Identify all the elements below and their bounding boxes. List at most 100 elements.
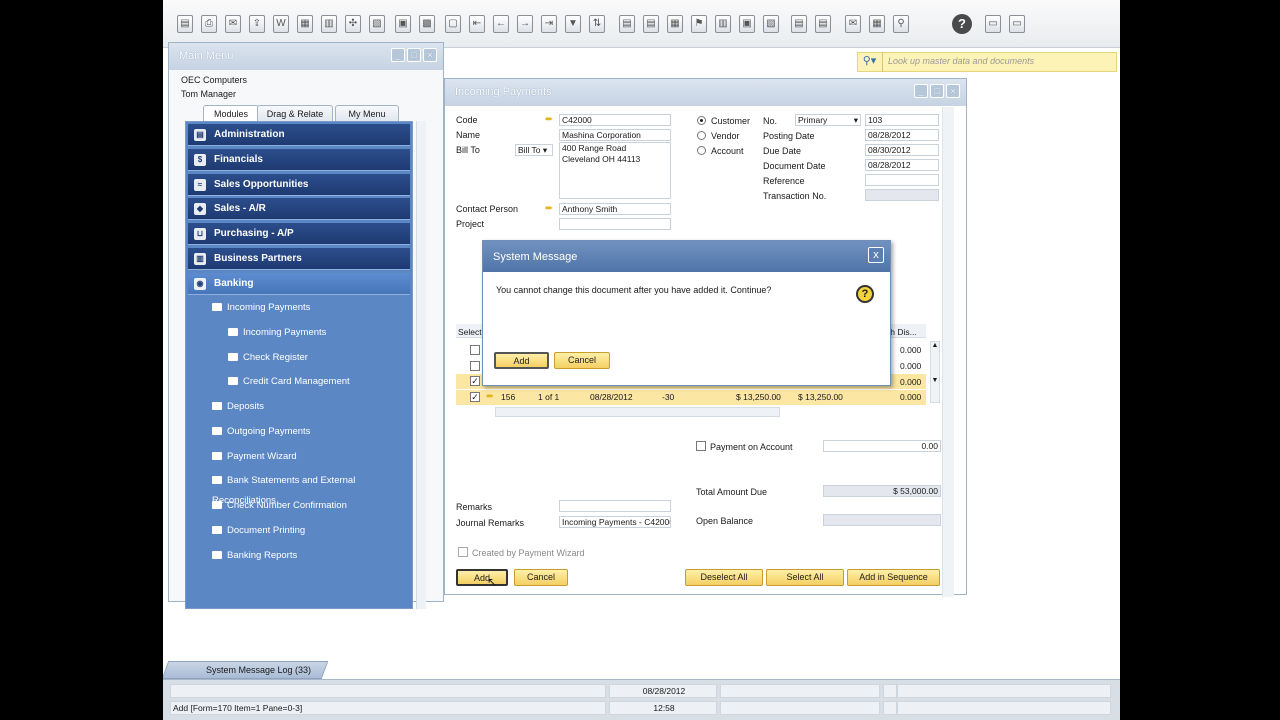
base-doc-icon[interactable]: ▤: [619, 15, 635, 33]
settings-icon[interactable]: ▧: [369, 15, 385, 33]
menu-scrollbar[interactable]: [416, 121, 426, 609]
new-doc-icon[interactable]: ▢: [445, 15, 461, 33]
lock-icon[interactable]: ▣: [395, 15, 411, 33]
module-sales-ar[interactable]: ◆ Sales - A/R: [188, 198, 410, 220]
menu-item-incoming-payments[interactable]: Incoming Payments: [228, 323, 326, 343]
attach-icon[interactable]: ▩: [419, 15, 435, 33]
first-record-icon[interactable]: ⇤: [469, 15, 485, 33]
gross-profit-icon[interactable]: ⚑: [691, 15, 707, 33]
tab-modules[interactable]: Modules: [203, 105, 259, 122]
row-select-checkbox[interactable]: ✓: [470, 392, 480, 402]
menu-item-check-register[interactable]: Check Register: [228, 348, 308, 368]
maximize-icon[interactable]: □: [930, 84, 944, 98]
minimize-icon[interactable]: _: [914, 84, 928, 98]
document-date-field[interactable]: 08/28/2012: [865, 159, 939, 171]
module-business-partners[interactable]: ▥ Business Partners: [188, 248, 410, 270]
posting-date-field[interactable]: 08/28/2012: [865, 129, 939, 141]
calendar-icon[interactable]: ▦: [869, 15, 885, 33]
select-column-header[interactable]: Select: [458, 327, 482, 337]
email-icon[interactable]: ✉: [225, 15, 241, 33]
row-select-checkbox[interactable]: ✓: [470, 376, 480, 386]
close-icon[interactable]: ×: [423, 48, 437, 62]
add-button[interactable]: Add: [456, 569, 508, 586]
name-field[interactable]: Mashina Corporation: [559, 129, 671, 141]
module-banking[interactable]: ◉ Banking: [188, 273, 410, 295]
menu-folder-payment-wizard[interactable]: Payment Wizard: [212, 447, 297, 467]
previous-record-icon[interactable]: ←: [493, 15, 509, 33]
vendor-radio[interactable]: [697, 131, 706, 140]
dialog-add-button[interactable]: Add: [494, 352, 549, 369]
series-select[interactable]: Primary ▾: [795, 114, 861, 126]
dialog-cancel-button[interactable]: Cancel: [554, 352, 610, 369]
bill-to-select[interactable]: Bill To ▾: [515, 144, 553, 156]
account-radio[interactable]: [697, 146, 706, 155]
menu-folder-banking-reports[interactable]: Banking Reports: [212, 546, 297, 566]
menu-item-credit-card-management[interactable]: Credit Card Management: [228, 372, 350, 392]
reference-field[interactable]: [865, 174, 939, 186]
module-financials[interactable]: $ Financials: [188, 149, 410, 171]
table-scrollbar[interactable]: ▲ ▼: [930, 341, 940, 403]
chart-icon[interactable]: ▥: [715, 15, 731, 33]
select-all-button[interactable]: Select All: [766, 569, 844, 586]
window-tile-icon[interactable]: ▭: [985, 15, 1001, 33]
sort-icon[interactable]: ⇅: [589, 15, 605, 33]
payment-on-account-checkbox[interactable]: [696, 441, 706, 451]
menu-folder-deposits[interactable]: Deposits: [212, 397, 264, 417]
last-record-icon[interactable]: ⇥: [541, 15, 557, 33]
menu-folder-document-printing[interactable]: Document Printing: [212, 521, 305, 541]
tab-my-menu[interactable]: My Menu: [335, 105, 399, 122]
link-arrow-icon[interactable]: ➨: [545, 115, 555, 125]
code-field[interactable]: C42000: [559, 114, 671, 126]
search-input[interactable]: Look up master data and documents: [857, 52, 1117, 72]
module-sales-opportunities[interactable]: ≈ Sales Opportunities: [188, 174, 410, 196]
target-doc-icon[interactable]: ▤: [643, 15, 659, 33]
link-arrow-icon[interactable]: ➨: [545, 204, 555, 214]
system-message-log-tab[interactable]: System Message Log (33): [163, 661, 329, 679]
journal-icon[interactable]: ▦: [667, 15, 683, 33]
tab-drag-relate[interactable]: Drag & Relate: [257, 105, 333, 122]
print-icon[interactable]: ⎙: [201, 15, 217, 33]
window-scrollbar[interactable]: [942, 107, 954, 597]
module-purchasing-ap[interactable]: ⊔ Purchasing - A/P: [188, 223, 410, 245]
menu-folder-incoming-payments[interactable]: Incoming Payments: [212, 298, 310, 318]
export-icon[interactable]: ⇪: [249, 15, 265, 33]
doc-number-field[interactable]: 103: [865, 114, 939, 126]
cancel-button[interactable]: Cancel: [514, 569, 568, 586]
table-row[interactable]: ✓ ➨ 156 1 of 1 08/28/2012 -30 $ 13,250.0…: [456, 390, 926, 405]
search-icon[interactable]: ⚲▾: [857, 52, 883, 72]
window-cascade-icon[interactable]: ▭: [1009, 15, 1025, 33]
form-settings-icon[interactable]: ▤: [815, 15, 831, 33]
menu-folder-outgoing-payments[interactable]: Outgoing Payments: [212, 422, 310, 442]
menu-folder-check-number-confirmation[interactable]: Check Number Confirmation: [212, 496, 347, 516]
module-administration[interactable]: ▤ Administration: [188, 124, 410, 146]
bill-to-address[interactable]: 400 Range Road Cleveland OH 44113: [559, 142, 671, 199]
customer-radio[interactable]: [697, 116, 706, 125]
drill-icon[interactable]: ✣: [345, 15, 361, 33]
org-chart-icon[interactable]: ⚲: [893, 15, 909, 33]
remarks-field[interactable]: [559, 500, 671, 512]
next-record-icon[interactable]: →: [517, 15, 533, 33]
help-icon[interactable]: ?: [952, 14, 972, 34]
journal-remarks-field[interactable]: Incoming Payments - C42000: [559, 516, 671, 528]
deselect-all-button[interactable]: Deselect All: [685, 569, 763, 586]
filter-icon[interactable]: ▼: [565, 15, 581, 33]
add-in-sequence-button[interactable]: Add in Sequence: [847, 569, 940, 586]
project-field[interactable]: [559, 218, 671, 230]
properties-icon[interactable]: ▤: [791, 15, 807, 33]
maximize-icon[interactable]: □: [407, 48, 421, 62]
contact-person-field[interactable]: Anthony Smith: [559, 203, 671, 215]
preview-icon[interactable]: ▤: [177, 15, 193, 33]
minimize-icon[interactable]: _: [391, 48, 405, 62]
close-icon[interactable]: x: [868, 247, 884, 263]
payment-on-account-field[interactable]: 0.00: [823, 440, 941, 452]
menu-folder-bank-statements[interactable]: Bank Statements and External Reconciliat…: [212, 471, 412, 506]
row-select-checkbox[interactable]: [470, 345, 480, 355]
row-select-checkbox[interactable]: [470, 361, 480, 371]
due-date-field[interactable]: 08/30/2012: [865, 144, 939, 156]
link-arrow-icon[interactable]: ➨: [486, 392, 496, 402]
close-icon[interactable]: ×: [946, 84, 960, 98]
layout-icon[interactable]: ▥: [321, 15, 337, 33]
messages-icon[interactable]: ✉: [845, 15, 861, 33]
pdf-icon[interactable]: ▦: [297, 15, 313, 33]
table-horizontal-scrollbar[interactable]: [495, 407, 780, 417]
